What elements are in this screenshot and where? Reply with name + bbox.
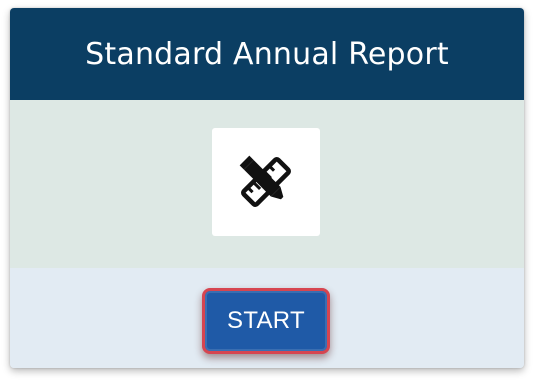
ruler-pencil-icon (239, 155, 291, 207)
card-body (10, 100, 524, 268)
start-button[interactable]: START (202, 288, 330, 354)
card-title: Standard Annual Report (85, 36, 449, 72)
card-header: Standard Annual Report (10, 8, 524, 100)
card-footer: START (10, 268, 524, 368)
page: Standard Annual Report START (0, 0, 534, 391)
start-button-label: START (227, 307, 305, 334)
icon-tile (212, 128, 320, 236)
report-card: Standard Annual Report START (10, 8, 524, 368)
